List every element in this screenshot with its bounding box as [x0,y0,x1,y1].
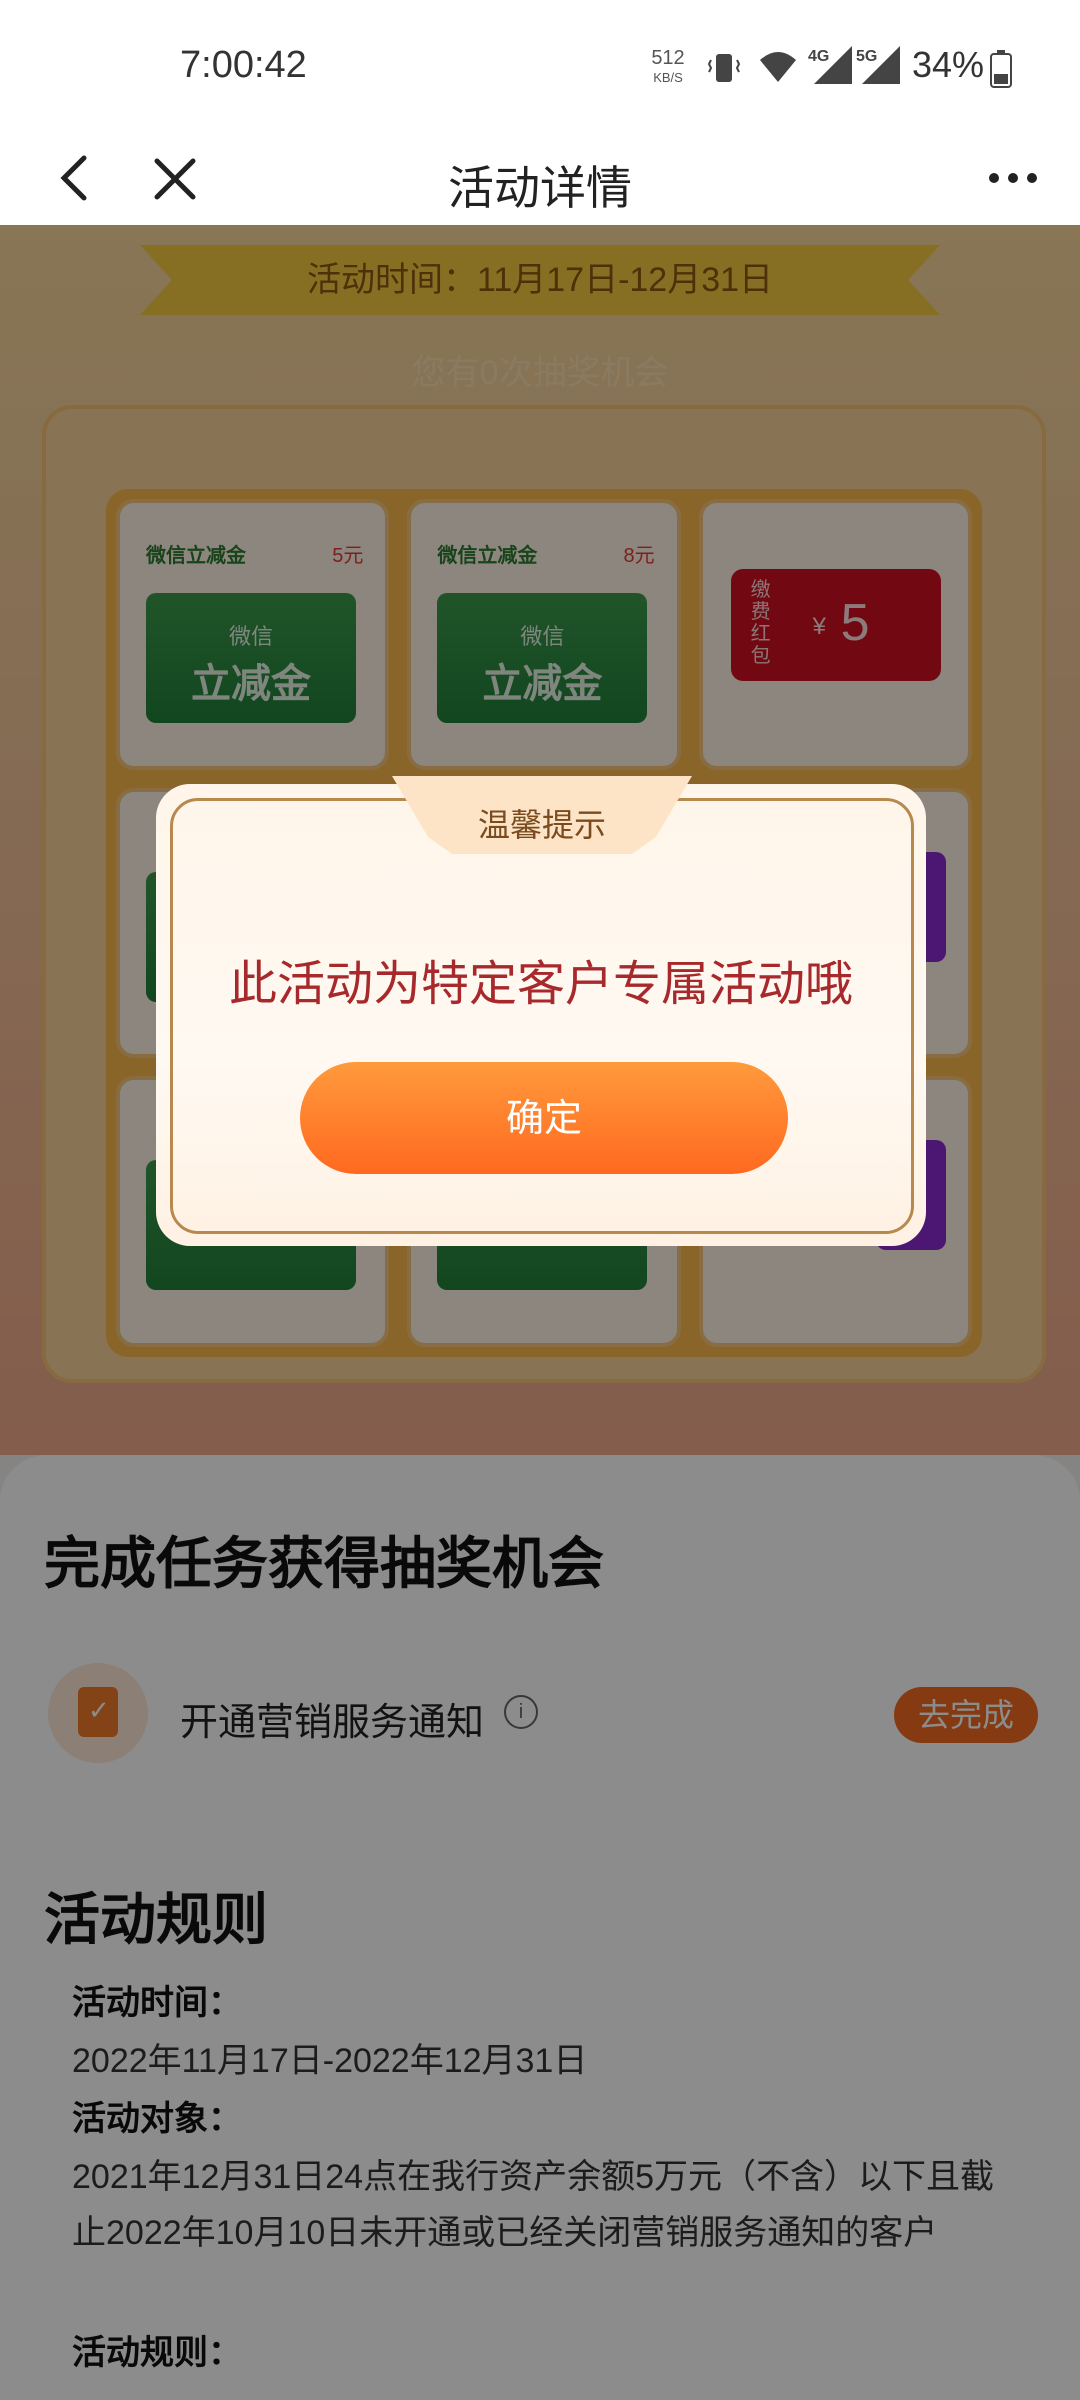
wifi-icon [760,52,796,82]
status-time: 7:00:42 [180,44,307,86]
app-header: 活动详情 [0,130,1080,226]
page-title: 活动详情 [448,162,632,214]
more-icon[interactable] [988,170,1038,186]
network-speed-unit: KB/S [653,70,683,85]
dialog-message: 此活动为特定客户专属活动哦 [228,958,853,1011]
signal-5g-icon [862,46,900,84]
notice-dialog: 温馨提示 此活动为特定客户专属活动哦 确定 [156,776,926,1246]
network-speed-value: 512 [651,47,685,69]
status-bar: 7:00:42 512 KB/S 4G 5G 34% [0,0,1080,130]
vibrate-icon [707,54,741,82]
modal-overlay[interactable] [0,225,1080,2400]
battery-percent: 34% [912,44,985,85]
network-speed: 512 KB/S [648,48,688,88]
confirm-button[interactable]: 确定 [300,1062,788,1174]
dialog-title: 温馨提示 [477,807,606,843]
signal-4g-icon [814,46,852,84]
battery-icon [990,50,1012,88]
